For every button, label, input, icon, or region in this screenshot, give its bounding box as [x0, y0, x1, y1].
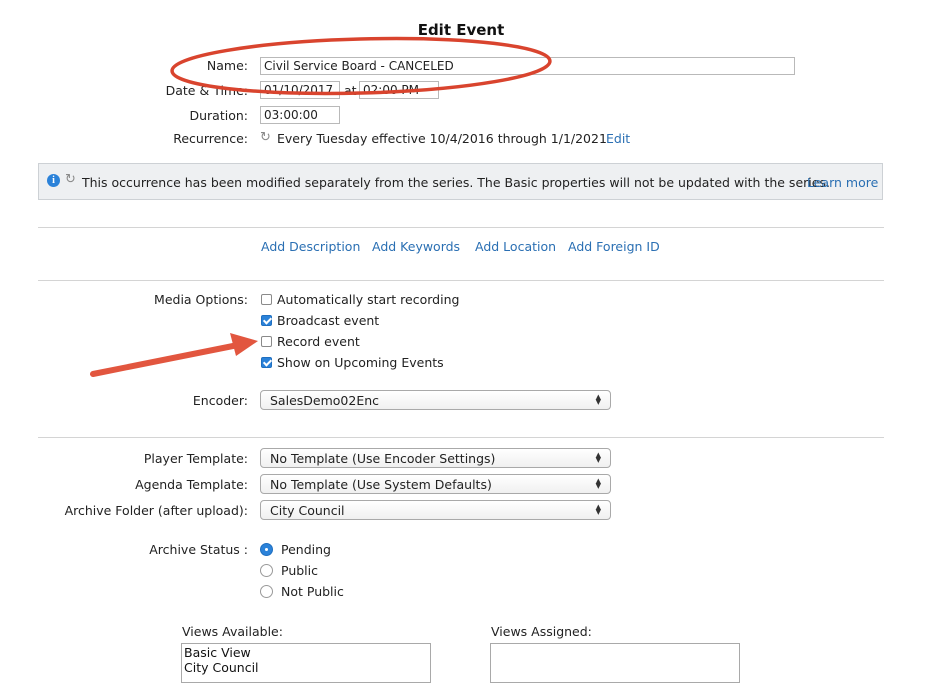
divider — [38, 227, 884, 228]
agenda-template-label: Agenda Template: — [135, 477, 248, 492]
banner-text: This occurrence has been modified separa… — [82, 175, 830, 190]
unlinked-series-icon: ↻ — [65, 172, 76, 187]
show-upcoming-checkbox[interactable] — [261, 357, 272, 368]
views-assigned-label: Views Assigned: — [491, 624, 592, 639]
media-options-label: Media Options: — [154, 292, 248, 307]
select-arrows-icon: ▲ ▼ — [595, 477, 601, 490]
recurrence-edit-link[interactable]: Edit — [606, 131, 630, 146]
views-available-list[interactable]: Basic View City Council — [181, 643, 431, 683]
archive-folder-select[interactable]: City Council ▲ ▼ — [260, 500, 611, 520]
recurrence-label: Recurrence: — [173, 131, 248, 146]
page-title: Edit Event — [417, 21, 505, 39]
name-label: Name: — [206, 58, 248, 73]
show-upcoming-option[interactable]: Show on Upcoming Events — [261, 355, 444, 370]
recurrence-text: Every Tuesday effective 10/4/2016 throug… — [277, 131, 607, 146]
archive-status-label: Archive Status : — [149, 542, 248, 557]
pending-radio[interactable] — [260, 543, 273, 556]
recurrence-icon: ↻ — [260, 130, 271, 145]
divider — [38, 280, 884, 281]
select-arrows-icon: ▲ ▼ — [595, 503, 601, 516]
auto-record-checkbox[interactable] — [261, 294, 272, 305]
add-foreign-id-link[interactable]: Add Foreign ID — [568, 239, 660, 254]
agenda-template-value: No Template (Use System Defaults) — [270, 476, 492, 492]
record-event-checkbox[interactable] — [261, 336, 272, 347]
list-item[interactable]: City Council — [184, 660, 428, 675]
name-field[interactable] — [260, 57, 795, 75]
public-radio[interactable] — [260, 564, 273, 577]
date-time-label: Date & Time: — [165, 83, 248, 98]
archive-folder-value: City Council — [270, 502, 345, 518]
encoder-select[interactable]: SalesDemo02Enc ▲ ▼ — [260, 390, 611, 410]
divider — [38, 437, 884, 438]
duration-label: Duration: — [189, 108, 248, 123]
add-keywords-link[interactable]: Add Keywords — [372, 239, 460, 254]
status-pending-option[interactable]: Pending — [260, 542, 331, 557]
public-label: Public — [281, 563, 318, 578]
list-item[interactable]: Basic View — [184, 645, 428, 660]
add-description-link[interactable]: Add Description — [261, 239, 360, 254]
pointer-arrow-shaft — [90, 342, 241, 377]
pending-label: Pending — [281, 542, 331, 557]
encoder-label: Encoder: — [192, 393, 248, 408]
broadcast-option[interactable]: Broadcast event — [261, 313, 379, 328]
agenda-template-select[interactable]: No Template (Use System Defaults) ▲ ▼ — [260, 474, 611, 494]
info-icon: i — [47, 174, 60, 187]
duration-field[interactable] — [260, 106, 340, 124]
show-upcoming-label: Show on Upcoming Events — [277, 355, 444, 370]
player-template-value: No Template (Use Encoder Settings) — [270, 450, 496, 466]
status-public-option[interactable]: Public — [260, 563, 318, 578]
record-event-label: Record event — [277, 334, 360, 349]
archive-folder-label: Archive Folder (after upload): — [64, 503, 248, 518]
broadcast-label: Broadcast event — [277, 313, 380, 328]
views-available-label: Views Available: — [182, 624, 283, 639]
player-template-select[interactable]: No Template (Use Encoder Settings) ▲ ▼ — [260, 448, 611, 468]
status-not-public-option[interactable]: Not Public — [260, 584, 344, 599]
encoder-value: SalesDemo02Enc — [270, 392, 380, 408]
arrow-icon — [230, 333, 258, 356]
auto-record-label: Automatically start recording — [277, 292, 460, 307]
annotation-overlay — [90, 36, 552, 377]
player-template-label: Player Template: — [143, 451, 248, 466]
select-arrows-icon: ▲ ▼ — [595, 451, 601, 464]
not-public-label: Not Public — [281, 584, 344, 599]
record-event-option[interactable]: Record event — [261, 334, 360, 349]
not-public-radio[interactable] — [260, 585, 273, 598]
date-field[interactable] — [260, 81, 340, 99]
select-arrows-icon: ▲ ▼ — [595, 393, 601, 406]
info-banner: i ↻ This occurrence has been modified se… — [38, 163, 883, 200]
auto-record-option[interactable]: Automatically start recording — [261, 292, 459, 307]
views-assigned-list[interactable] — [490, 643, 740, 683]
learn-more-link[interactable]: Learn more — [807, 175, 878, 190]
time-field[interactable] — [359, 81, 439, 99]
broadcast-checkbox[interactable] — [261, 315, 272, 326]
at-label: at — [344, 83, 357, 98]
add-location-link[interactable]: Add Location — [475, 239, 556, 254]
